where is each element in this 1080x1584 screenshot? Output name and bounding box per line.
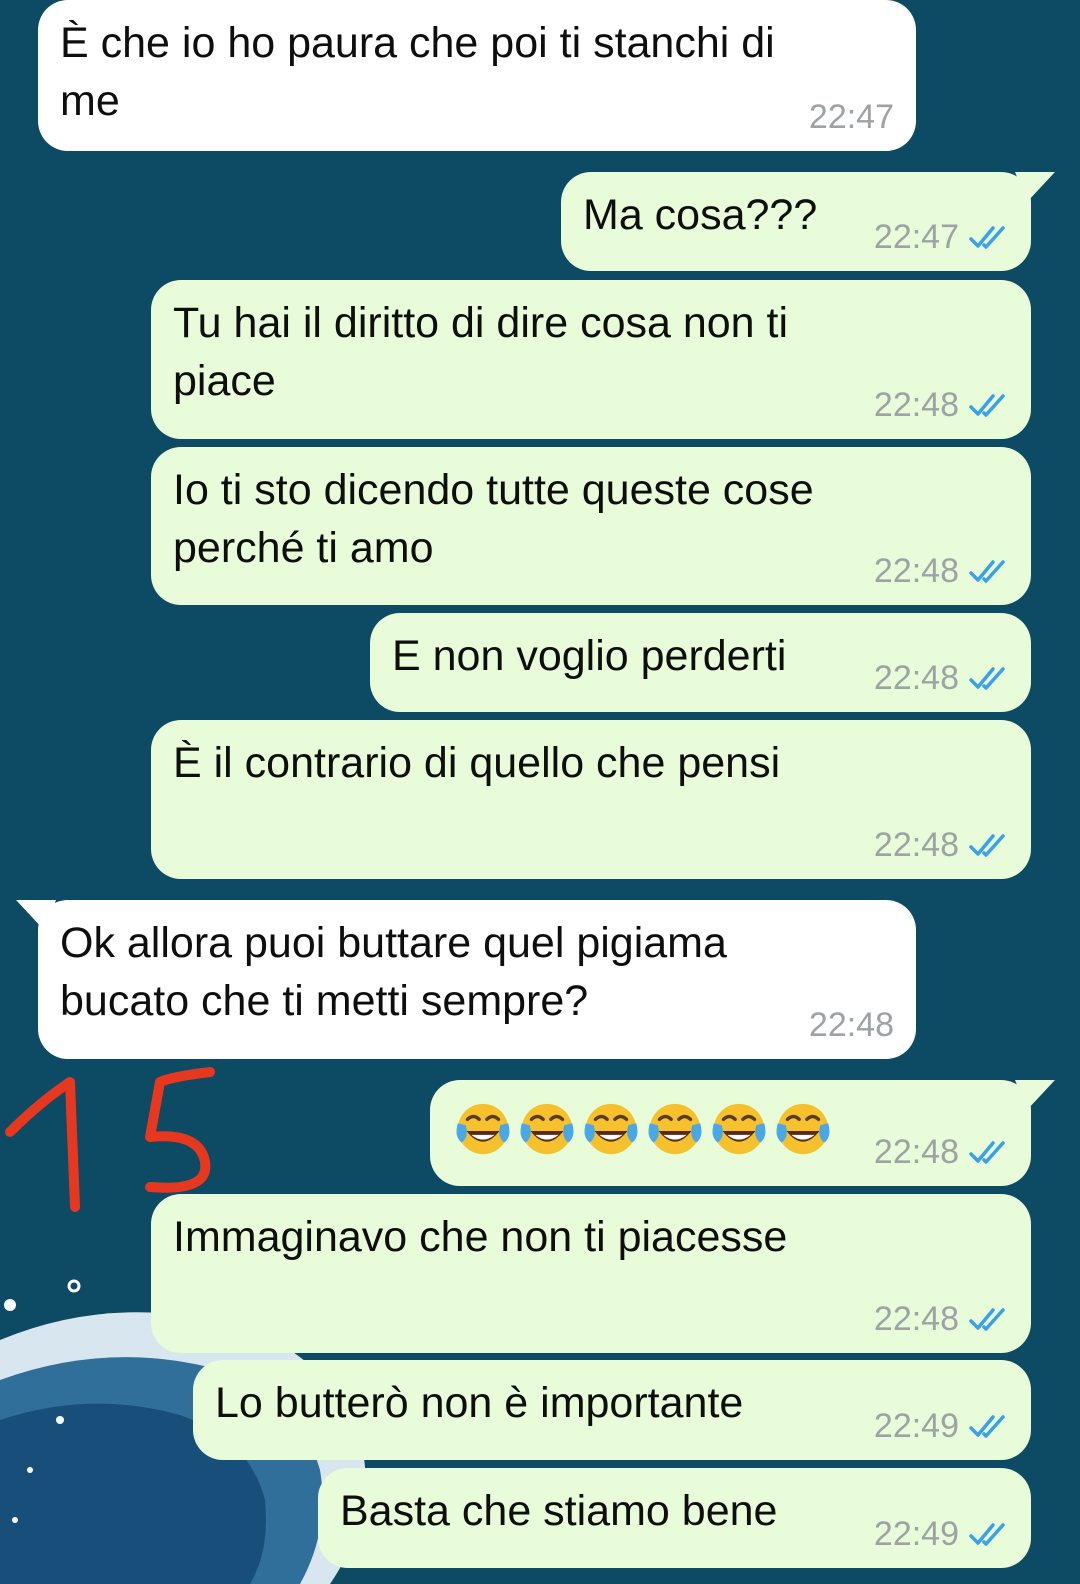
chat-area[interactable]: È che io ho paura che poi ti stanchi di … [0, 0, 1080, 1584]
message-text: E non voglio perderti [392, 632, 787, 680]
read-double-check-icon [969, 1141, 1005, 1164]
bubble-tail-icon [1015, 1080, 1055, 1110]
message-text: Ma cosa??? [583, 191, 818, 239]
message-meta: 22:47 [809, 97, 894, 137]
message-text: Ok allora puoi buttare quel pigiama buca… [60, 919, 727, 1025]
face-with-tears-of-joy-icon [584, 1103, 638, 1155]
message-time: 22:48 [808, 1006, 894, 1044]
read-double-check-icon [969, 226, 1005, 249]
message-bubble[interactable]: 22:48 [430, 1080, 1055, 1186]
message-bubble[interactable]: È che io ho paura che poi ti stanchi di … [38, 0, 916, 151]
read-double-check-icon [969, 1523, 1005, 1546]
message-meta: 22:48 [874, 658, 1009, 698]
read-double-check-icon [969, 834, 1005, 857]
message-text: Immaginavo che non ti piacesse [173, 1213, 788, 1261]
read-double-check-icon [969, 560, 1005, 583]
read-double-check-icon [969, 1308, 1005, 1331]
message-meta: 22:49 [874, 1406, 1009, 1446]
face-with-tears-of-joy-icon [456, 1103, 510, 1155]
message-bubble[interactable]: Io ti sto dicendo tutte queste cose perc… [151, 447, 1031, 605]
message-text: Basta che stiamo bene [340, 1487, 778, 1535]
message-bubble[interactable]: Tu hai il diritto di dire cosa non ti pi… [151, 280, 1031, 439]
message-text: Lo butterò non è importante [215, 1379, 744, 1427]
message-text: È il contrario di quello che pensi [173, 739, 781, 787]
message-time: 22:48 [873, 386, 959, 424]
message-time: 22:47 [873, 218, 959, 256]
bubble-tail-icon [1015, 172, 1055, 202]
message-meta: 22:48 [874, 551, 1009, 591]
message-time: 22:48 [873, 826, 959, 864]
message-bubble[interactable]: E non voglio perderti 22:48 [370, 613, 1031, 712]
message-time: 22:48 [873, 659, 959, 697]
message-bubble[interactable]: Ma cosa??? 22:47 [561, 172, 1055, 271]
message-time: 22:47 [808, 98, 894, 136]
message-meta: 22:48 [874, 1132, 1009, 1172]
message-meta: 22:48 [809, 1005, 894, 1045]
read-double-check-icon [969, 667, 1005, 690]
message-bubble[interactable]: Basta che stiamo bene 22:49 [318, 1468, 1031, 1568]
face-with-tears-of-joy-icon [648, 1103, 702, 1155]
face-with-tears-of-joy-icon [776, 1103, 830, 1155]
message-meta: 22:48 [874, 825, 1009, 865]
message-bubble[interactable]: È il contrario di quello che pensi 22:48 [151, 720, 1031, 879]
bubble-tail-icon [16, 900, 56, 930]
message-time: 22:49 [873, 1407, 959, 1445]
message-meta: 22:49 [874, 1514, 1009, 1554]
message-bubble[interactable]: Immaginavo che non ti piacesse 22:48 [151, 1194, 1031, 1353]
read-double-check-icon [969, 394, 1005, 417]
message-time: 22:49 [873, 1515, 959, 1553]
read-double-check-icon [969, 1415, 1005, 1438]
message-time: 22:48 [873, 552, 959, 590]
message-bubble[interactable]: Lo butterò non è importante 22:49 [193, 1360, 1031, 1460]
message-meta: 22:48 [874, 385, 1009, 425]
face-with-tears-of-joy-icon [520, 1103, 574, 1155]
message-text: È che io ho paura che poi ti stanchi di … [60, 19, 775, 125]
face-with-tears-of-joy-icon [712, 1103, 766, 1155]
message-meta: 22:48 [874, 1299, 1009, 1339]
message-time: 22:48 [873, 1300, 959, 1338]
message-bubble[interactable]: Ok allora puoi buttare quel pigiama buca… [16, 900, 916, 1059]
message-time: 22:48 [873, 1133, 959, 1171]
wallpaper-bubble [67, 1279, 81, 1293]
message-meta: 22:47 [874, 217, 1009, 257]
